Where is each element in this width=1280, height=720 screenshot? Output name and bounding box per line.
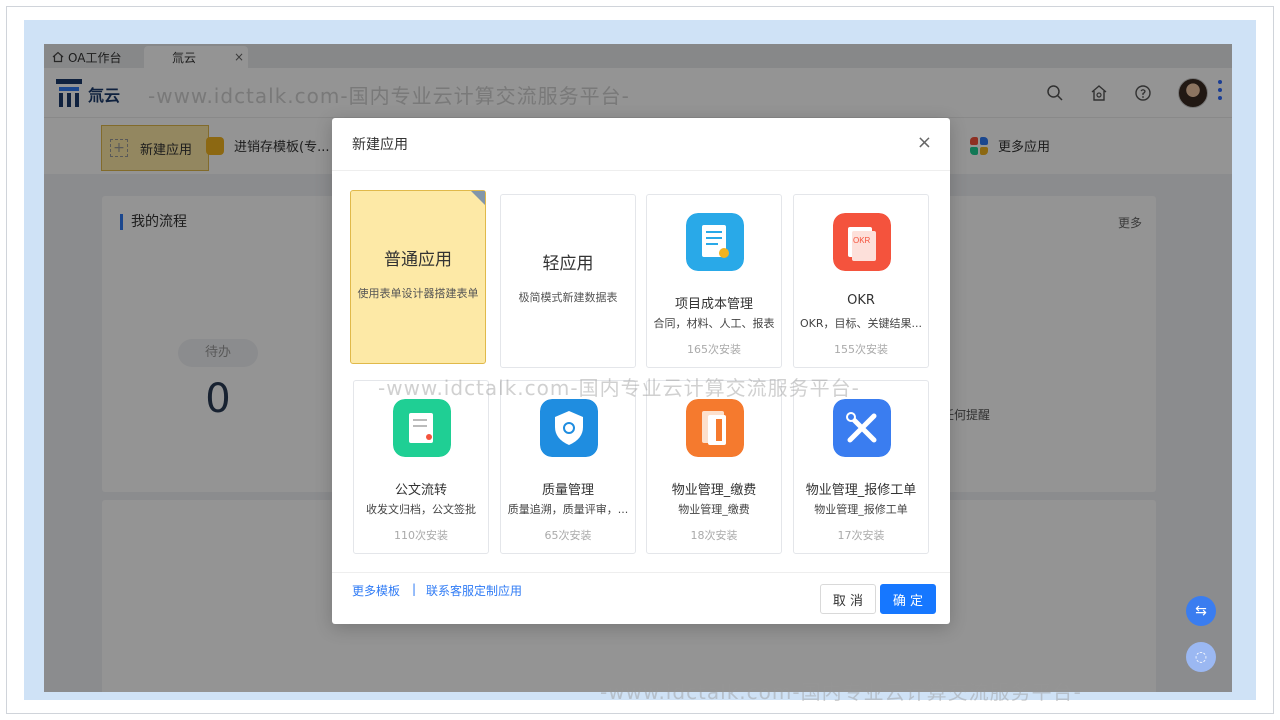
template-name: 质量管理	[541, 483, 594, 498]
tools-icon	[833, 399, 891, 457]
template-card[interactable]: 公文流转 收发文归档，公文签批 110次安装	[353, 380, 489, 554]
document-icon	[686, 213, 744, 271]
divider	[332, 170, 950, 171]
template-installs: 155次安装	[834, 343, 888, 356]
template-name: 物业管理_报修工单	[805, 483, 917, 498]
template-installs: 18次安装	[690, 529, 738, 542]
option-desc: 使用表单设计器搭建表单	[357, 287, 479, 300]
option-desc: 极简模式新建数据表	[518, 291, 618, 304]
template-installs: 110次安装	[394, 529, 448, 542]
file-stamp-icon	[393, 399, 451, 457]
cancel-button[interactable]: 取 消	[820, 584, 876, 614]
option-title: 普通应用	[384, 250, 452, 270]
template-installs: 65次安装	[544, 529, 592, 542]
template-card[interactable]: 项目成本管理 合同，材料、人工、报表 165次安装	[646, 194, 782, 368]
light-app-option[interactable]: 轻应用 极简模式新建数据表	[500, 194, 636, 368]
template-desc: 物业管理_报修工单	[814, 503, 908, 516]
template-desc: 物业管理_缴费	[678, 503, 750, 516]
template-desc: 收发文归档，公文签批	[366, 503, 476, 516]
normal-app-option[interactable]: 普通应用 使用表单设计器搭建表单	[350, 190, 486, 364]
new-app-dialog: 新建应用 × 普通应用 使用表单设计器搭建表单 轻应用 极简模式新建数据表 项目…	[332, 118, 950, 624]
shield-icon	[540, 399, 598, 457]
close-icon[interactable]: ×	[917, 134, 932, 152]
more-templates-link[interactable]: 更多模板	[352, 582, 400, 599]
okr-icon: OKR	[833, 213, 891, 271]
template-desc: OKR，目标、关键结果...	[799, 317, 922, 330]
divider	[332, 572, 950, 573]
ledger-icon	[686, 399, 744, 457]
option-title: 轻应用	[542, 254, 594, 274]
template-desc: 质量追溯，质量评审，...	[507, 503, 629, 516]
template-installs: 165次安装	[687, 343, 741, 356]
switch-icon[interactable]: ⇆	[1186, 596, 1216, 626]
template-name: 项目成本管理	[674, 297, 753, 312]
template-name: 物业管理_缴费	[671, 483, 757, 498]
selected-corner-icon	[471, 191, 485, 205]
template-card[interactable]: OKR OKR OKR，目标、关键结果... 155次安装	[793, 194, 929, 368]
template-name: OKR	[847, 293, 875, 308]
template-name: 公文流转	[394, 483, 447, 498]
ok-button[interactable]: 确 定	[880, 584, 936, 614]
dialog-title: 新建应用	[352, 137, 408, 153]
template-desc: 合同，材料、人工、报表	[653, 317, 775, 330]
template-installs: 17次安装	[837, 529, 885, 542]
lightbulb-icon[interactable]: ◌	[1186, 642, 1216, 672]
svg-text:OKR: OKR	[853, 236, 871, 245]
template-card[interactable]: 物业管理_报修工单 物业管理_报修工单 17次安装	[793, 380, 929, 554]
template-card[interactable]: 质量管理 质量追溯，质量评审，... 65次安装	[500, 380, 636, 554]
contact-support-link[interactable]: 联系客服定制应用	[426, 582, 522, 599]
template-card[interactable]: 物业管理_缴费 物业管理_缴费 18次安装	[646, 380, 782, 554]
footer-separator: |	[412, 582, 417, 596]
